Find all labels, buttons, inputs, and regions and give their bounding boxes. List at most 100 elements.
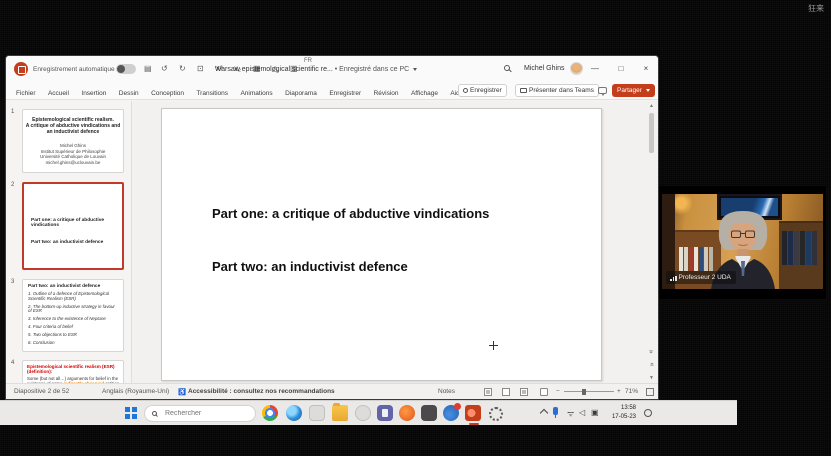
slideshow-view-icon[interactable]	[540, 388, 548, 396]
app-icon-gray-2[interactable]	[355, 405, 371, 421]
search-input[interactable]	[163, 407, 251, 420]
tab-affichage[interactable]: Affichage	[407, 85, 442, 97]
document-title[interactable]: Warsaw epistemological scientific re... …	[146, 66, 486, 73]
share-button[interactable]: Partager	[612, 84, 655, 97]
clock-time: 13:58	[600, 404, 636, 413]
tab-animations[interactable]: Animations	[236, 85, 276, 97]
taskbar-clock[interactable]: 13:58 17-05-23	[600, 404, 636, 422]
scrollbar-thumb[interactable]	[649, 113, 654, 153]
tab-fichier[interactable]: Fichier	[12, 85, 40, 97]
notification-app-icon[interactable]	[443, 405, 459, 421]
app-icon-gray[interactable]	[309, 405, 325, 421]
corner-watermark: 狂来	[808, 3, 824, 14]
printer-app-icon[interactable]	[421, 405, 437, 421]
search-icon[interactable]	[504, 65, 510, 71]
slide-text-part-two: Part two: an inductivist defence	[212, 259, 408, 274]
tab-revision[interactable]: Révision	[370, 85, 403, 97]
slide-thumbnail-2-selected[interactable]: Part one: a critique of abductive vindic…	[22, 182, 124, 270]
tab-dessin[interactable]: Dessin	[115, 85, 143, 97]
thumb3-item: 4. Four criteria of belief	[28, 325, 119, 330]
tray-chevron-up-icon[interactable]	[540, 409, 548, 417]
participant-name: Professeur 2 UDA	[679, 273, 731, 282]
tab-transitions[interactable]: Transitions	[192, 85, 232, 97]
powerpoint-logo-icon	[14, 62, 28, 76]
close-button[interactable]: ×	[637, 61, 655, 77]
next-slide-icon[interactable]: «	[648, 360, 655, 369]
autosave-label: Enregistrement automatique	[33, 66, 115, 73]
search-icon	[152, 411, 157, 416]
status-bar: Diapositive 2 de 52 Anglais (Royaume-Uni…	[6, 383, 658, 399]
thumb1-email: michel.ghins@uclouvain.be	[23, 160, 123, 166]
maximize-button[interactable]: □	[612, 61, 630, 77]
notification-bell-icon[interactable]	[644, 409, 652, 417]
record-button[interactable]: Enregistrer	[458, 84, 507, 97]
webcam-overlay[interactable]: Professeur 2 UDA	[659, 186, 826, 299]
wifi-icon[interactable]: ᯤ	[567, 408, 574, 419]
zoom-slider[interactable]	[564, 391, 614, 392]
minimize-button[interactable]: —	[586, 61, 604, 77]
windows-taskbar: ᯤ ◁ ▣ 13:58 17-05-23	[0, 400, 737, 425]
language-status[interactable]: Anglais (Royaume-Uni)	[102, 388, 169, 395]
reading-view-icon[interactable]	[520, 388, 528, 396]
notes-button[interactable]: Notes	[438, 388, 455, 395]
chrome-icon[interactable]	[262, 405, 278, 421]
thumb3-item: 3. Inference to the existence of Neptune	[28, 317, 119, 322]
slide-thumbnail-3[interactable]: Part two: an inductivist defence 1. Outl…	[22, 279, 124, 352]
microphone-tray-icon[interactable]	[553, 407, 558, 415]
saved-status: • Enregistré dans ce PC	[335, 66, 409, 73]
thumb4-body: Some (but not all…) arguments for belief…	[27, 376, 119, 383]
meeting-screen: 狂来 Enregistrement automatique ▤ ↺ ↻ ⊡ x²…	[0, 0, 831, 456]
taskbar-search[interactable]	[144, 405, 256, 422]
powerpoint-taskbar-icon[interactable]	[465, 405, 481, 421]
zoom-slider-knob[interactable]	[582, 389, 586, 395]
scroll-down-icon[interactable]: ▼	[645, 375, 658, 381]
autosave-toggle[interactable]	[116, 64, 136, 74]
chevron-down-icon	[413, 68, 417, 71]
scroll-up-icon[interactable]: ▲	[645, 103, 658, 109]
slide-editor: Part one: a critique of abductive vindic…	[133, 101, 645, 383]
thumb3-item: 2. The bottom-up inductive strategy in f…	[28, 305, 119, 315]
teams-icon[interactable]	[377, 405, 393, 421]
ribbon-tabs: Fichier Accueil Insertion Dessin Concept…	[6, 82, 658, 100]
record-dot-icon	[463, 88, 468, 93]
fit-to-window-icon[interactable]	[646, 388, 654, 396]
thumb-number: 3	[11, 279, 14, 285]
previous-slide-icon[interactable]: «	[648, 347, 655, 356]
settings-gear-icon[interactable]	[487, 405, 503, 421]
normal-view-icon[interactable]	[484, 388, 492, 396]
slide-thumbnail-4[interactable]: Epistemological scientific realism (ESR)…	[22, 360, 124, 383]
slide-counter: Diapositive 2 de 52	[14, 388, 69, 395]
edge-icon[interactable]	[286, 405, 302, 421]
crosshair-cursor	[489, 341, 498, 350]
tab-insertion[interactable]: Insertion	[77, 85, 110, 97]
zoom-level[interactable]: 71%	[625, 388, 638, 395]
avatar[interactable]	[570, 62, 583, 75]
language-badge: FR	[304, 58, 312, 64]
thumb4-heading: Epistemological scientific realism (ESR)…	[27, 364, 119, 374]
account-name[interactable]: Michel Ghins	[524, 65, 564, 72]
clock-date: 17-05-23	[600, 413, 636, 422]
thumb-number: 4	[11, 360, 14, 366]
zoom-out-icon[interactable]: −	[556, 388, 560, 395]
start-button[interactable]	[125, 407, 137, 419]
vertical-scrollbar[interactable]: ▲ « « ▼	[645, 101, 658, 383]
tab-conception[interactable]: Conception	[147, 85, 188, 97]
powerpoint-window: Enregistrement automatique ▤ ↺ ↻ ⊡ x² x₂…	[5, 55, 659, 400]
speaker-icon[interactable]: ◁	[579, 408, 585, 417]
tab-enregistrer[interactable]: Enregistrer	[325, 85, 365, 97]
thumb3-item: 1. Outline of a defence of Epistemologic…	[28, 292, 119, 302]
comments-icon[interactable]	[598, 87, 607, 94]
present-in-teams-button[interactable]: Présenter dans Teams	[515, 84, 599, 97]
thumb3-item: 5. Two objections to ESR	[28, 333, 119, 338]
tab-diaporama[interactable]: Diaporama	[281, 85, 321, 97]
document-title-text: Warsaw epistemological scientific re...	[215, 66, 333, 73]
accessibility-status[interactable]: Accessibilité : consultez nos recommanda…	[188, 388, 335, 395]
camera-tray-icon[interactable]: ▣	[591, 408, 599, 417]
tab-accueil[interactable]: Accueil	[44, 85, 73, 97]
file-explorer-icon[interactable]	[332, 405, 348, 421]
slide-canvas[interactable]: Part one: a critique of abductive vindic…	[161, 108, 602, 381]
zoom-in-icon[interactable]: +	[617, 388, 621, 395]
office-app-icon[interactable]	[399, 405, 415, 421]
slide-thumbnail-1[interactable]: Epistemological scientific realism. A cr…	[22, 109, 124, 173]
sorter-view-icon[interactable]	[502, 388, 510, 396]
